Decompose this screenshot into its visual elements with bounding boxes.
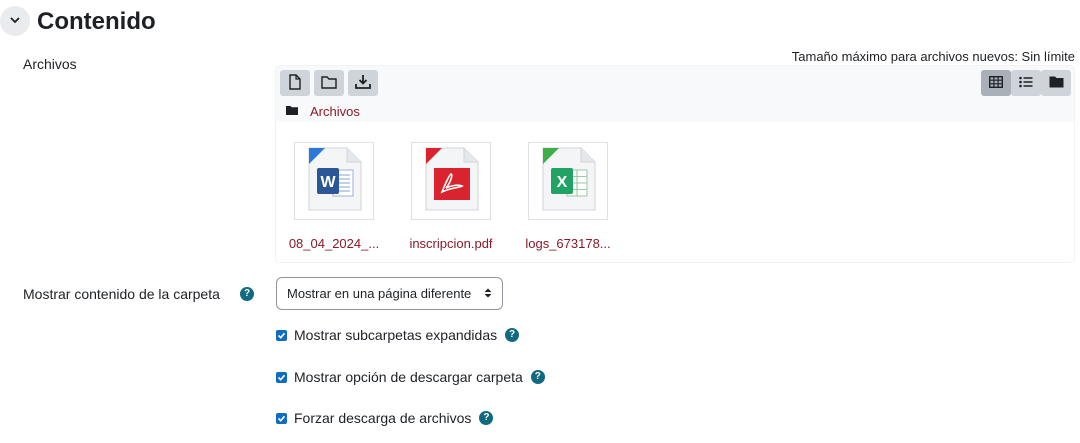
list-view-button[interactable] bbox=[1011, 70, 1041, 96]
file-item-word[interactable]: W 08_04_2024_... bbox=[279, 142, 389, 251]
file-manager-toolbar bbox=[276, 66, 1074, 100]
display-content-label: Mostrar contenido de la carpeta bbox=[23, 286, 220, 302]
select-value: Mostrar en una página diferente bbox=[287, 286, 472, 301]
section-title: Contenido bbox=[37, 8, 156, 35]
display-content-select[interactable]: Mostrar en una página diferente bbox=[276, 277, 503, 310]
excel-file-icon: X bbox=[537, 146, 599, 217]
list-view-icon bbox=[1019, 76, 1033, 91]
file-thumbnail: X bbox=[528, 142, 608, 220]
force-download-label: Forzar descarga de archivos bbox=[294, 410, 472, 426]
svg-text:W: W bbox=[320, 174, 336, 191]
file-manager-path: Archivos bbox=[276, 100, 1074, 122]
file-name[interactable]: inscripcion.pdf bbox=[396, 236, 506, 251]
option-download-folder: Mostrar opción de descargar carpeta ? bbox=[276, 369, 545, 385]
expand-subfolders-label: Mostrar subcarpetas expandidas bbox=[294, 327, 498, 343]
file-thumbnail bbox=[411, 142, 491, 220]
add-file-button[interactable] bbox=[280, 70, 310, 96]
file-thumbnail: W bbox=[294, 142, 374, 220]
help-icon[interactable]: ? bbox=[505, 328, 520, 342]
download-folder-checkbox[interactable] bbox=[276, 371, 287, 383]
file-manager: Archivos W 08_04_2024_... inscripcion.pd… bbox=[276, 66, 1074, 262]
files-label: Archivos bbox=[23, 56, 77, 72]
file-item-excel[interactable]: X logs_673178... bbox=[513, 142, 623, 251]
grid-view-button[interactable] bbox=[981, 70, 1011, 96]
section-collapse-toggle[interactable] bbox=[0, 6, 30, 36]
expand-subfolders-checkbox[interactable] bbox=[276, 329, 287, 341]
create-folder-button[interactable] bbox=[314, 70, 344, 96]
force-download-checkbox[interactable] bbox=[276, 412, 287, 424]
select-arrows-icon bbox=[484, 286, 492, 301]
help-icon[interactable]: ? bbox=[530, 370, 545, 384]
file-name[interactable]: logs_673178... bbox=[513, 236, 623, 251]
folder-icon bbox=[286, 102, 298, 120]
create-folder-icon bbox=[321, 75, 337, 92]
path-link-archivos[interactable]: Archivos bbox=[310, 104, 360, 119]
file-item-pdf[interactable]: inscripcion.pdf bbox=[396, 142, 506, 251]
option-expand-subfolders: Mostrar subcarpetas expandidas ? bbox=[276, 327, 520, 343]
max-file-size-text: Tamaño máximo para archivos nuevos: Sin … bbox=[791, 49, 1075, 64]
svg-text:X: X bbox=[557, 174, 568, 191]
tree-view-icon bbox=[1049, 75, 1064, 91]
download-folder-label: Mostrar opción de descargar carpeta bbox=[294, 369, 523, 385]
tree-view-button[interactable] bbox=[1041, 70, 1071, 96]
pdf-file-icon bbox=[420, 146, 482, 217]
help-icon[interactable]: ? bbox=[240, 287, 254, 301]
add-file-icon bbox=[288, 73, 302, 93]
chevron-down-icon bbox=[9, 14, 21, 29]
download-icon bbox=[355, 74, 371, 93]
word-file-icon: W bbox=[303, 146, 365, 217]
grid-view-icon bbox=[988, 75, 1004, 91]
download-button[interactable] bbox=[348, 70, 378, 96]
option-force-download: Forzar descarga de archivos ? bbox=[276, 410, 494, 426]
file-name[interactable]: 08_04_2024_... bbox=[279, 236, 389, 251]
help-icon[interactable]: ? bbox=[479, 411, 494, 425]
